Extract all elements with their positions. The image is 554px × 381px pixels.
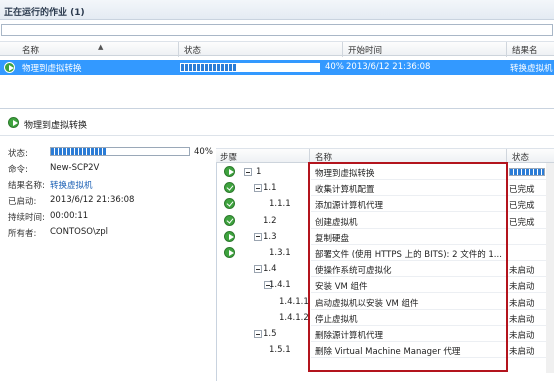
step-number: 1.3 [263,231,277,242]
step-status: 未启动 [509,298,535,309]
duration-value: 00:00:11 [50,211,89,221]
job-row[interactable]: 物理到虚拟转换 40% 2013/6/12 21:36:08 转换虚拟机 [0,60,554,75]
step-status: 未启动 [509,282,535,293]
detail-progress-fill [51,148,107,155]
steps-scrollbar[interactable] [546,163,554,373]
command-label: 命令: [8,165,28,175]
duration-label: 持续时间: [8,213,45,223]
job-name: 物理到虚拟转换 [22,64,82,74]
step-number: 1.3.1 [269,248,291,258]
job-result-name: 转换虚拟机 [510,64,553,74]
step-number: 1.4.1.1 [279,296,309,307]
step-number: 1 [256,167,262,177]
step-status: 未启动 [509,266,535,277]
detail-play-icon [8,117,19,128]
step-number: 1.5 [263,329,277,339]
collapse-toggle-icon[interactable] [254,184,262,193]
job-start-time: 2013/6/12 21:36:08 [346,62,431,72]
column-step[interactable]: 步骤 [220,151,237,163]
jobs-filter-input[interactable] [1,24,553,36]
started-value: 2013/6/12 21:36:08 [50,195,135,205]
started-label: 已启动: [8,197,37,207]
highlight-box [308,162,508,372]
collapse-toggle-icon[interactable] [244,168,252,176]
result-name-link[interactable]: 转换虚拟机 [50,179,93,191]
step-progress-bar [509,168,545,176]
step-number: 1.1.1 [269,199,291,210]
step-status: 已完成 [509,217,535,228]
result-name-label: 结果名称: [8,181,45,191]
collapse-toggle-icon[interactable] [254,232,262,241]
column-result-name[interactable]: 结果名 [512,44,538,56]
step-status: 未启动 [509,314,535,325]
owner-label: 所有者: [8,229,37,239]
step-status: 已完成 [509,201,535,212]
steps-grid-header: 步骤 名称 状态 [216,148,554,164]
collapse-toggle-icon[interactable] [254,265,262,274]
detail-progress-bar [50,147,190,156]
play-icon [224,230,235,242]
step-number: 1.5.1 [269,345,291,356]
check-icon [224,214,235,226]
job-progress-bar [180,63,320,72]
jobs-panel-title: 正在运行的作业 (1) [4,8,85,18]
step-number: 1.4.1.2 [279,312,309,323]
command-value: New-SCP2V [50,163,100,173]
detail-divider [0,135,554,136]
panel-divider [0,108,554,109]
status-label: 状态: [8,149,28,159]
column-start-time[interactable]: 开始时间 [348,44,382,56]
play-icon [224,166,235,177]
column-step-status[interactable]: 状态 [512,151,529,163]
sort-arrow-icon: ▲ [98,43,104,51]
step-number: 1.4.1 [269,280,291,291]
step-number: 1.2 [263,215,277,226]
collapse-toggle-icon[interactable] [254,330,262,338]
step-status: 未启动 [509,347,535,358]
detail-section-title: 物理到虚拟转换 [24,121,88,131]
step-number: 1.4 [263,264,277,275]
jobs-grid-header: 名称 ▲ 状态 开始时间 结果名 [0,41,554,57]
owner-value: CONTOSO\zpl [50,227,109,237]
check-icon [224,198,235,210]
step-number: 1.1 [263,183,277,194]
job-progress-text: 40% [325,62,344,72]
play-icon [224,247,235,258]
column-status[interactable]: 状态 [184,44,201,56]
running-play-icon [4,62,15,73]
step-status: 已完成 [509,185,535,196]
detail-progress-text: 40% [194,147,213,157]
job-progress-fill [181,64,237,71]
jobs-panel-header: 正在运行的作业 (1) [0,0,554,20]
check-icon [224,182,235,194]
step-status: 未启动 [509,331,535,341]
column-name[interactable]: 名称 [22,44,39,56]
